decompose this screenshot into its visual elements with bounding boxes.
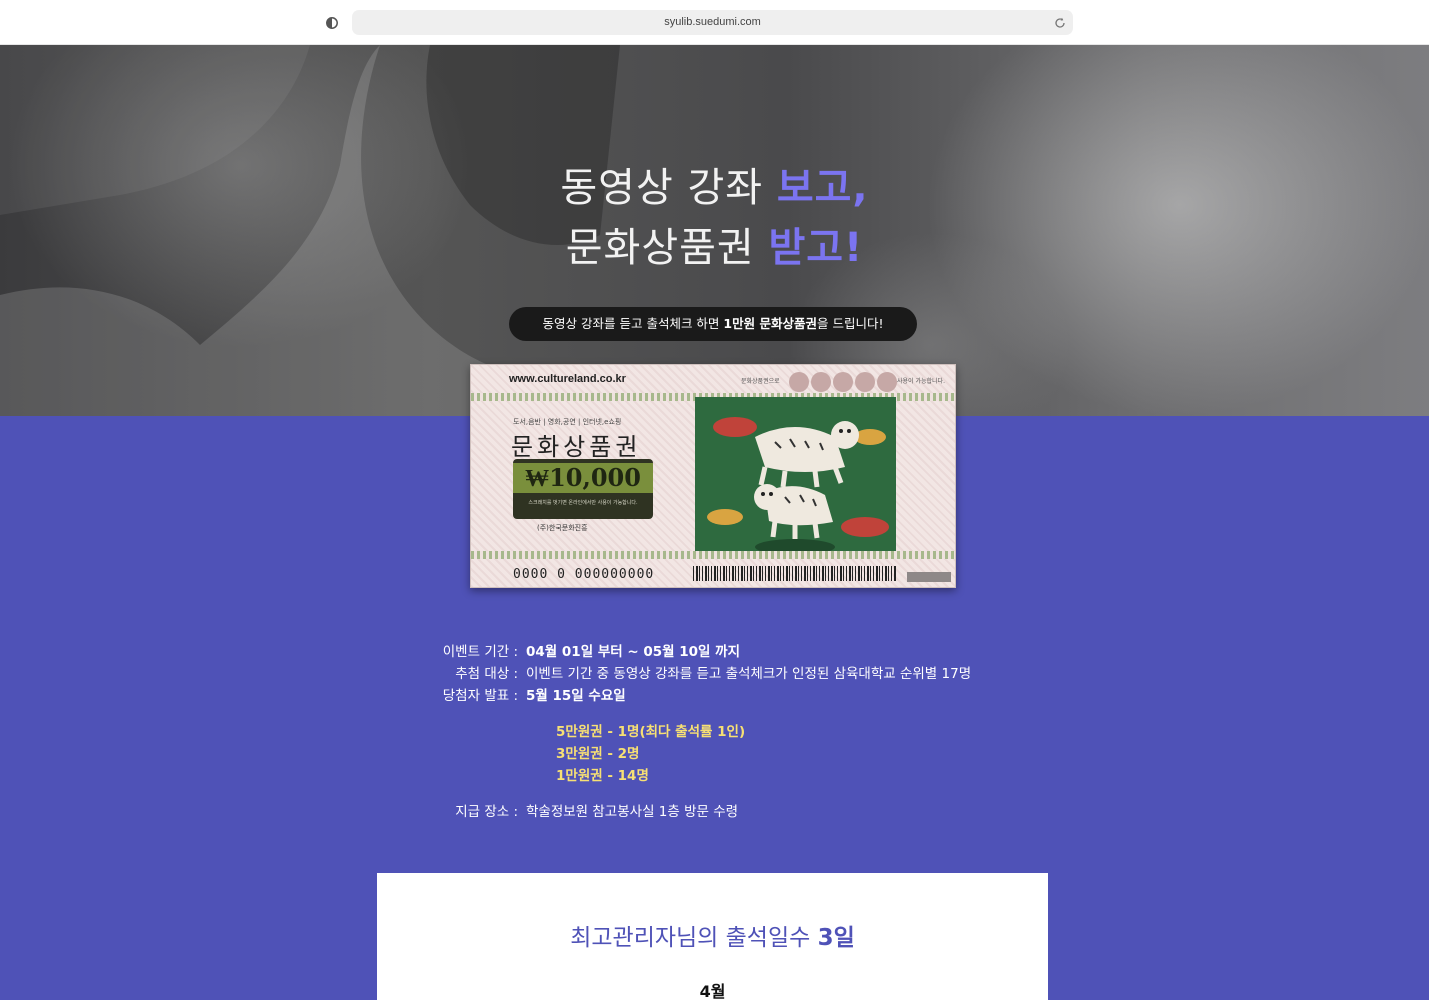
privacy-shield-icon[interactable] [326,15,338,29]
announcement-value: 5월 15일 수요일 [526,688,626,704]
gift-card-barcode [693,566,897,581]
gift-card-number: 0000 0 000000000 [513,567,655,582]
event-summary-pill: 동영상 강좌를 듣고 출석체크 하면 1만원 문화상품권을 드립니다! [509,307,917,341]
event-period-label: 이벤트 기간 : [442,644,518,660]
gift-card-tag [907,572,951,582]
hero-title-line-2-accent: 받고! [768,225,864,271]
gift-card-image: www.cultureland.co.kr 문화상품권으로 사용이 가능합니다.… [470,364,956,588]
hero-title-line-1: 동영상 강좌 보고, [0,155,1429,213]
hero-title-line-1-text: 동영상 강좌 [560,165,777,211]
draw-target-label: 추첨 대상 : [455,666,518,682]
pickup-place-label: 지급 장소 : [455,804,518,820]
pill-text-suffix: 을 드립니다! [816,316,884,331]
draw-target-value: 이벤트 기간 중 동영상 강좌를 듣고 출석체크가 인정된 삼육대학교 순위별 … [526,666,972,682]
attendance-heading-text: 최고관리자님의 출석일수 [570,925,818,951]
gift-card-top-note: 문화상품권으로 [741,378,780,385]
gift-card-top-note-right: 사용이 가능합니다. [897,378,945,385]
hero-title-line-2-text: 문화상품권 [565,225,769,271]
pill-text-prefix: 동영상 강좌를 듣고 출석체크 하면 [542,316,724,331]
gift-card-category-icons [789,372,897,392]
attendance-panel: 최고관리자님의 출석일수 3일 4월 [377,873,1048,1001]
pill-text-highlight: 1만원 문화상품권 [723,316,817,331]
prize-item: 1만원권 - 14명 [556,768,649,784]
gift-card-amount-note: 스크래치를 벗기면 온라인에서만 사용이 가능합니다. [528,500,638,506]
address-bar-url: syulib.suedumi.com [664,16,761,28]
gift-card-categories: 도서,음반 | 영화,공연 | 인터넷,e쇼핑 [513,418,622,426]
gift-card-amount-box: ₩10,000 스크래치를 벗기면 온라인에서만 사용이 가능합니다. [513,459,653,519]
event-period-value: 04월 01일 부터 ~ 05월 10일 까지 [526,644,741,660]
gift-card-url: www.cultureland.co.kr [509,373,626,385]
gift-card-amount: ₩10,000 [513,463,653,493]
gift-card-issuer: (주)한국문화진흥 [537,524,588,532]
browser-toolbar: syulib.suedumi.com [0,0,1429,45]
pickup-place-value: 학술정보원 참고봉사실 1층 방문 수령 [526,804,739,820]
gift-card-title: 문화상품권 [511,433,642,461]
attendance-days-count: 3일 [817,925,855,951]
gift-card-band-bottom [471,551,955,559]
address-bar[interactable]: syulib.suedumi.com [352,10,1073,35]
calendar-month-label: 4월 [699,982,726,1001]
prize-item: 3만원권 - 2명 [556,746,640,762]
hero-banner: 동영상 강좌 보고, 문화상품권 받고! 동영상 강좌를 듣고 출석체크 하면 … [0,45,1429,416]
prize-item: 5만원권 - 1명(최다 출석률 1인) [556,724,746,740]
hero-title-line-1-accent: 보고, [776,165,869,211]
tiger-artwork-image [695,397,896,553]
reload-icon[interactable] [1053,15,1067,29]
announcement-label: 당첨자 발표 : [442,688,518,704]
hero-title-line-2: 문화상품권 받고! [0,215,1429,273]
attendance-heading: 최고관리자님의 출석일수 3일 [377,918,1048,952]
